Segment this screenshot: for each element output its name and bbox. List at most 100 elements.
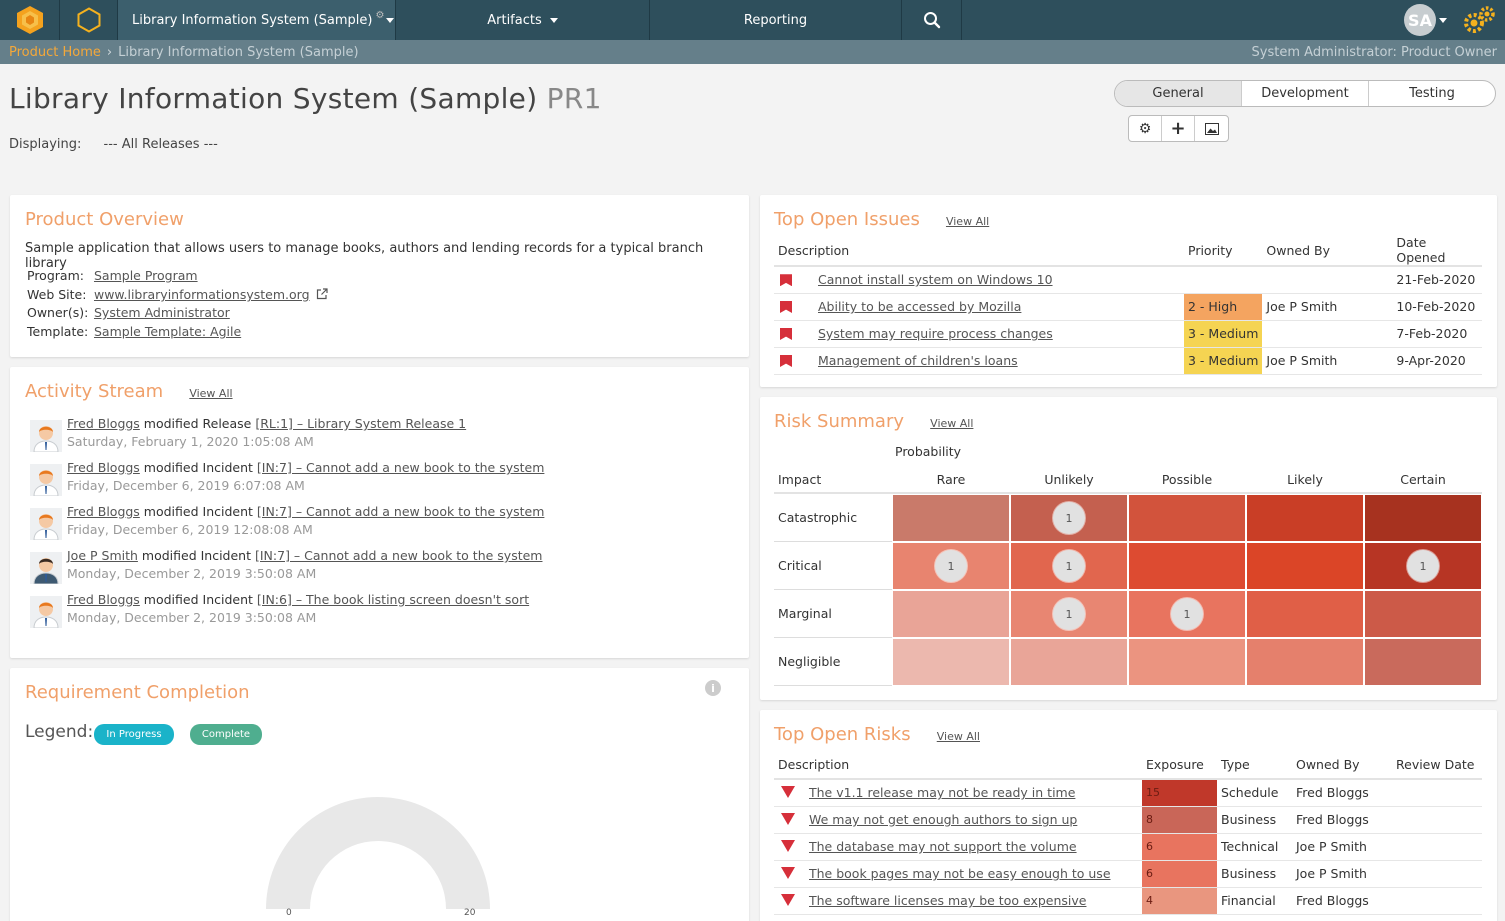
risk-matrix-cell[interactable] (1129, 495, 1245, 541)
activity-artifact-link[interactable]: [IN:7] – Cannot add a new book to the sy… (257, 460, 545, 475)
risk-count-badge[interactable]: 1 (1171, 598, 1203, 630)
risk-matrix-cell[interactable] (1365, 639, 1481, 685)
template-link[interactable]: Sample Template: Agile (94, 324, 241, 339)
spira-logo-icon (16, 6, 43, 34)
risk-matrix-row: Critical 1 1 1 (774, 542, 1482, 590)
activity-user-link[interactable]: Fred Bloggs (67, 592, 140, 607)
risk-matrix-cell[interactable]: 1 (893, 543, 1009, 589)
incident-flag-icon (780, 301, 792, 313)
page-title: Library Information System (Sample) PR1 (9, 82, 602, 115)
activity-artifact-link[interactable]: [IN:6] – The book listing screen doesn't… (257, 592, 529, 607)
owner-cell: Joe P Smith (1292, 860, 1392, 888)
issue-link[interactable]: Management of children's loans (818, 353, 1018, 368)
gear-small-icon: ⚙ (375, 9, 385, 21)
activity-artifact-link[interactable]: [RL:1] – Library System Release 1 (255, 416, 466, 431)
table-row[interactable]: Cannot install system on Windows 10 21-Fe… (774, 266, 1482, 294)
product-dropdown[interactable]: Library Information System (Sample) ⚙ (118, 0, 396, 40)
owner-cell: Joe P Smith (1292, 833, 1392, 861)
app-logo[interactable] (0, 0, 60, 40)
table-row[interactable]: The software licenses may be too expensi… (774, 887, 1482, 915)
avatar (30, 464, 62, 497)
risk-matrix-cell[interactable] (893, 495, 1009, 541)
activity-user-link[interactable]: Fred Bloggs (67, 460, 140, 475)
activity-action: modified Incident (139, 504, 257, 519)
risk-matrix-cell[interactable] (1129, 543, 1245, 589)
view-all-link[interactable]: View All (946, 215, 989, 228)
panel-title: Product Overview (25, 209, 184, 230)
incident-flag-icon (780, 328, 792, 340)
issue-link[interactable]: Ability to be accessed by Mozilla (818, 299, 1021, 314)
risk-matrix-cell[interactable] (1247, 495, 1363, 541)
risk-count-badge[interactable]: 1 (1053, 550, 1085, 582)
tab-testing[interactable]: Testing (1369, 81, 1495, 106)
risk-matrix-cell[interactable]: 1 (1129, 591, 1245, 637)
risk-link[interactable]: The database may not support the volume (809, 839, 1077, 854)
activity-user-link[interactable]: Fred Bloggs (67, 416, 140, 431)
review-date-cell (1392, 887, 1482, 915)
risk-matrix-cell[interactable] (1011, 639, 1127, 685)
risk-link[interactable]: The book pages may not be easy enough to… (809, 866, 1111, 881)
breadcrumb-home-link[interactable]: Product Home (9, 45, 101, 60)
reporting-menu[interactable]: Reporting (650, 0, 902, 40)
risk-link[interactable]: The v1.1 release may not be ready in tim… (809, 785, 1075, 800)
view-all-link[interactable]: View All (930, 417, 973, 430)
settings-button[interactable]: ⚙ (1129, 116, 1162, 141)
owner-cell: Fred Bloggs (1292, 887, 1392, 915)
image-button[interactable] (1195, 116, 1228, 141)
view-all-link[interactable]: View All (189, 387, 232, 400)
info-icon[interactable]: i (705, 680, 721, 696)
tab-development[interactable]: Development (1242, 81, 1369, 106)
table-row[interactable]: Ability to be accessed by Mozilla 2 - Hig… (774, 293, 1482, 321)
risk-count-badge[interactable]: 1 (935, 550, 967, 582)
impact-label: Impact (778, 471, 822, 487)
add-widget-button[interactable]: + (1162, 116, 1195, 141)
table-row[interactable]: The v1.1 release may not be ready in tim… (774, 779, 1482, 807)
risk-matrix-cell[interactable]: 1 (1011, 495, 1127, 541)
activity-artifact-link[interactable]: [IN:7] – Cannot add a new book to the sy… (257, 504, 545, 519)
risk-description-cell: The database may not support the volume (774, 833, 1142, 861)
release-selector[interactable]: --- All Releases --- (104, 137, 218, 152)
program-link[interactable]: Sample Program (94, 268, 198, 283)
risk-count-badge[interactable]: 1 (1053, 598, 1085, 630)
artifacts-menu[interactable]: Artifacts (396, 0, 650, 40)
product-switcher-button[interactable] (60, 0, 118, 40)
risk-matrix-cell[interactable] (1247, 543, 1363, 589)
risk-matrix-cell[interactable] (1365, 591, 1481, 637)
chevron-down-icon (1439, 17, 1447, 23)
activity-user-link[interactable]: Fred Bloggs (67, 504, 140, 519)
website-link[interactable]: www.libraryinformationsystem.org (94, 287, 310, 302)
risk-matrix-cell[interactable]: 1 (1011, 543, 1127, 589)
user-avatar-icon (30, 420, 62, 453)
risk-matrix-cell[interactable] (1247, 639, 1363, 685)
risk-link[interactable]: The software licenses may be too expensi… (809, 893, 1086, 908)
table-row[interactable]: The book pages may not be easy enough to… (774, 860, 1482, 888)
table-row[interactable]: System may require process changes 3 - Me… (774, 320, 1482, 348)
risk-matrix-cell[interactable] (1247, 591, 1363, 637)
risk-matrix-cell[interactable] (1129, 639, 1245, 685)
table-row[interactable]: The database may not support the volume 6… (774, 833, 1482, 861)
tab-general[interactable]: General (1115, 81, 1242, 106)
owners-link[interactable]: System Administrator (94, 305, 230, 320)
admin-button[interactable] (1453, 0, 1505, 40)
table-row[interactable]: We may not get enough authors to sign up… (774, 806, 1482, 834)
activity-date: Saturday, February 1, 2020 1:05:08 AM (67, 434, 314, 449)
risk-matrix-cell[interactable] (1365, 495, 1481, 541)
activity-text: Joe P Smith modified Incident [IN:7] – C… (67, 548, 542, 563)
activity-user-link[interactable]: Joe P Smith (67, 548, 138, 563)
user-menu[interactable]: SA (1398, 0, 1453, 40)
risk-matrix-cell[interactable]: 1 (1011, 591, 1127, 637)
risk-matrix-cell[interactable]: 1 (1365, 543, 1481, 589)
issue-link[interactable]: System may require process changes (818, 326, 1053, 341)
risk-matrix-cell[interactable] (893, 591, 1009, 637)
risk-count-badge[interactable]: 1 (1053, 502, 1085, 534)
issue-description-cell: Ability to be accessed by Mozilla (774, 293, 1184, 321)
activity-artifact-link[interactable]: [IN:7] – Cannot add a new book to the sy… (255, 548, 543, 563)
top-open-issues-panel: Top Open Issues View All Description Pri… (760, 195, 1497, 387)
table-row[interactable]: Management of children's loans 3 - Medium… (774, 347, 1482, 375)
risk-count-badge[interactable]: 1 (1407, 550, 1439, 582)
view-all-link[interactable]: View All (937, 730, 980, 743)
risk-link[interactable]: We may not get enough authors to sign up (809, 812, 1077, 827)
search-button[interactable] (902, 0, 962, 40)
issue-link[interactable]: Cannot install system on Windows 10 (818, 272, 1053, 287)
risk-matrix-cell[interactable] (893, 639, 1009, 685)
